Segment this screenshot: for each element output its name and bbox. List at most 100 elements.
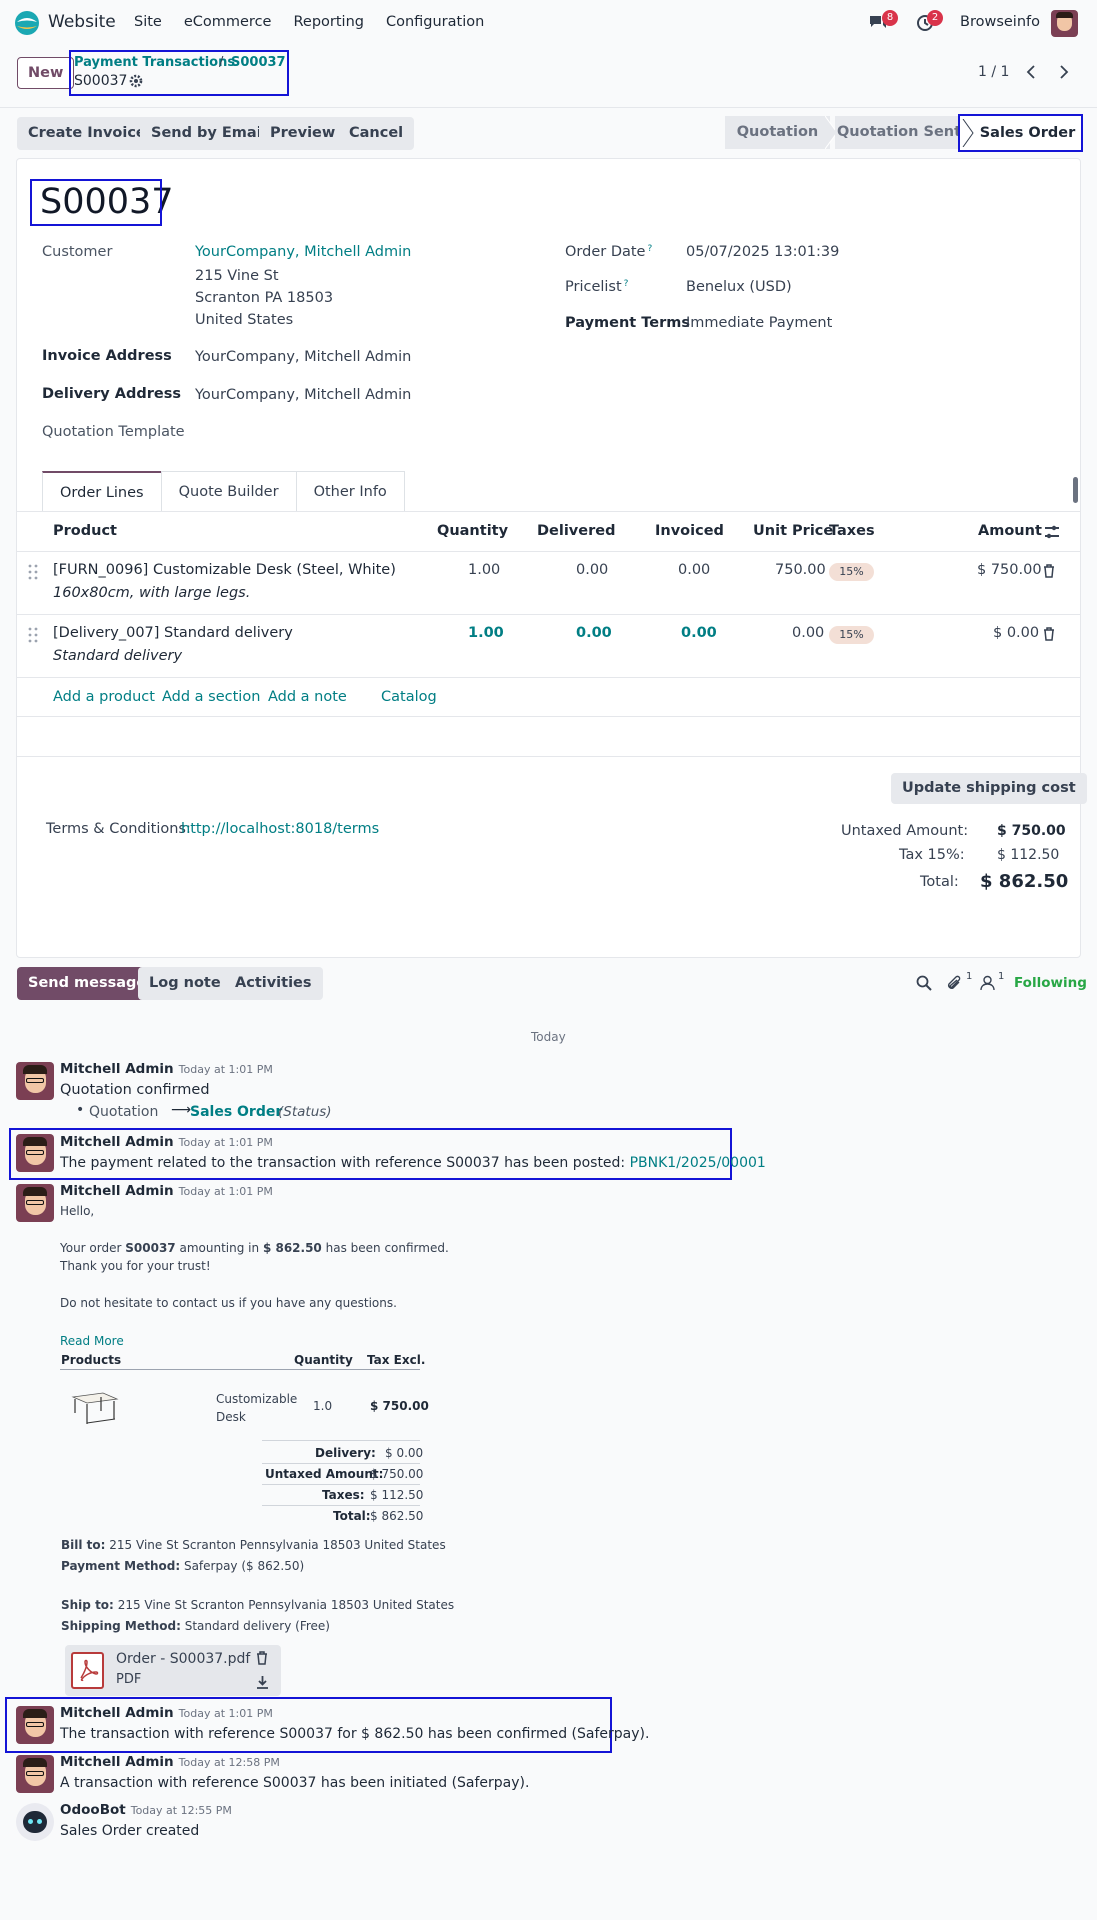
line-unit-price[interactable]: 750.00 bbox=[775, 562, 826, 578]
drag-handle-icon[interactable] bbox=[28, 627, 38, 643]
order-date-field[interactable]: 05/07/2025 13:01:39 bbox=[686, 244, 839, 260]
odoobot-avatar[interactable] bbox=[16, 1803, 54, 1841]
breadcrumb-parent[interactable]: Payment Transactions bbox=[74, 55, 235, 70]
breadcrumb-sub[interactable]: S00037 bbox=[231, 55, 286, 70]
avatar[interactable] bbox=[16, 1706, 54, 1744]
payment-terms-field[interactable]: Immediate Payment bbox=[686, 315, 832, 331]
activities-button[interactable]: Activities bbox=[224, 967, 323, 1000]
column-quantity[interactable]: Quantity bbox=[437, 523, 508, 539]
address-line: United States bbox=[195, 312, 294, 328]
activities-badge: 2 bbox=[927, 10, 943, 26]
avatar[interactable] bbox=[16, 1134, 54, 1172]
line-product[interactable]: [FURN_0096] Customizable Desk (Steel, Wh… bbox=[53, 562, 396, 578]
tracking-new-value: Sales Order bbox=[190, 1104, 283, 1120]
new-button[interactable]: New bbox=[17, 57, 75, 89]
trash-icon[interactable] bbox=[1043, 564, 1055, 578]
line-quantity[interactable]: 1.00 bbox=[468, 625, 504, 641]
menu-ecommerce[interactable]: eCommerce bbox=[184, 14, 272, 30]
column-delivered[interactable]: Delivered bbox=[537, 523, 615, 539]
app-name[interactable]: Website bbox=[48, 12, 116, 32]
email-bill-to: Bill to: 215 Vine St Scranton Pennsylvan… bbox=[61, 1538, 446, 1552]
address-line: Scranton PA 18503 bbox=[195, 290, 334, 306]
tab-order-lines[interactable]: Order Lines bbox=[42, 471, 162, 511]
following-button[interactable]: Following bbox=[1014, 975, 1087, 991]
status-quotation[interactable]: Quotation bbox=[725, 116, 830, 149]
preview-button[interactable]: Preview bbox=[259, 117, 347, 150]
followers-icon[interactable] bbox=[980, 975, 995, 991]
column-unit-price[interactable]: Unit Price bbox=[753, 523, 833, 539]
column-invoiced[interactable]: Invoiced bbox=[655, 523, 724, 539]
download-icon[interactable] bbox=[256, 1675, 269, 1689]
attachment-card[interactable]: Order - S00037.pdf PDF bbox=[65, 1645, 281, 1696]
company-switcher[interactable]: Browseinfo bbox=[960, 14, 1040, 30]
top-navbar: Website Site eCommerce Reporting Configu… bbox=[0, 0, 1097, 47]
status-quotation-sent[interactable]: Quotation Sent bbox=[835, 116, 963, 149]
tab-scroll-handle[interactable] bbox=[1073, 477, 1078, 503]
log-note-button[interactable]: Log note bbox=[138, 967, 232, 1000]
trash-icon[interactable] bbox=[1043, 627, 1055, 641]
create-invoice-button[interactable]: Create Invoice bbox=[17, 117, 157, 150]
search-icon[interactable] bbox=[916, 975, 932, 991]
user-avatar[interactable] bbox=[1051, 10, 1078, 37]
column-amount[interactable]: Amount bbox=[978, 523, 1042, 539]
tab-quote-builder[interactable]: Quote Builder bbox=[160, 471, 297, 511]
catalog-link[interactable]: Catalog bbox=[381, 689, 437, 705]
email-payment-method: Payment Method: Saferpay ($ 862.50) bbox=[61, 1559, 305, 1573]
message-author[interactable]: Mitchell Admin Today at 1:01 PM bbox=[60, 1134, 273, 1150]
pricelist-field[interactable]: Benelux (USD) bbox=[686, 279, 792, 295]
add-section-link[interactable]: Add a section bbox=[162, 689, 260, 705]
avatar[interactable] bbox=[16, 1062, 54, 1100]
optional-columns-icon[interactable] bbox=[1044, 524, 1060, 540]
tab-other-info[interactable]: Other Info bbox=[295, 471, 405, 511]
send-message-button[interactable]: Send message bbox=[17, 967, 158, 1000]
column-product[interactable]: Product bbox=[53, 523, 117, 539]
message-author[interactable]: Mitchell Admin Today at 1:01 PM bbox=[60, 1183, 273, 1199]
menu-reporting[interactable]: Reporting bbox=[293, 14, 364, 30]
add-note-link[interactable]: Add a note bbox=[268, 689, 347, 705]
line-unit-price[interactable]: 0.00 bbox=[792, 625, 824, 641]
messages-badge: 8 bbox=[882, 10, 898, 26]
message-author[interactable]: Mitchell Admin Today at 1:01 PM bbox=[60, 1061, 273, 1077]
drag-handle-icon[interactable] bbox=[28, 564, 38, 580]
attachment-name: Order - S00037.pdf bbox=[116, 1651, 251, 1667]
customer-field[interactable]: YourCompany, Mitchell Admin bbox=[195, 244, 411, 260]
line-quantity[interactable]: 1.00 bbox=[468, 562, 500, 578]
email-thanks: Thank you for your trust! bbox=[60, 1259, 211, 1273]
gear-icon[interactable] bbox=[129, 74, 143, 88]
read-more-link[interactable]: Read More bbox=[60, 1334, 124, 1348]
line-product[interactable]: [Delivery_007] Standard delivery bbox=[53, 625, 293, 641]
customer-label: Customer bbox=[42, 244, 113, 260]
email-col-tax-excl: Tax Excl. bbox=[367, 1353, 426, 1367]
cancel-button[interactable]: Cancel bbox=[338, 117, 415, 150]
payment-link[interactable]: PBNK1/2025/00001 bbox=[630, 1155, 766, 1171]
paperclip-icon[interactable] bbox=[946, 975, 962, 991]
terms-link[interactable]: http://localhost:8018/terms bbox=[181, 821, 379, 837]
total-amount: $ 862.50 bbox=[980, 871, 1069, 892]
delivery-address-field[interactable]: YourCompany, Mitchell Admin bbox=[195, 387, 411, 403]
menu-site[interactable]: Site bbox=[134, 14, 162, 30]
avatar[interactable] bbox=[16, 1184, 54, 1222]
pdf-icon bbox=[71, 1652, 104, 1689]
send-by-email-button[interactable]: Send by Email bbox=[140, 117, 278, 150]
menu-configuration[interactable]: Configuration bbox=[386, 14, 484, 30]
column-taxes[interactable]: Taxes bbox=[829, 523, 875, 539]
pricelist-label: Pricelist? bbox=[565, 279, 629, 295]
email-total-label: Total: bbox=[333, 1509, 371, 1523]
pager-value[interactable]: 1 / 1 bbox=[978, 64, 1009, 80]
message-author[interactable]: Mitchell Admin Today at 12:58 PM bbox=[60, 1754, 280, 1770]
invoice-address-field[interactable]: YourCompany, Mitchell Admin bbox=[195, 349, 411, 365]
pager-next-icon[interactable] bbox=[1058, 64, 1070, 80]
line-tax-badge[interactable]: 15% bbox=[829, 626, 874, 644]
message-author[interactable]: Mitchell Admin Today at 1:01 PM bbox=[60, 1705, 273, 1721]
email-delivery-value: $ 0.00 bbox=[385, 1446, 424, 1460]
avatar[interactable] bbox=[16, 1755, 54, 1793]
status-sales-order[interactable]: Sales Order bbox=[958, 114, 1083, 152]
pager-previous-icon[interactable] bbox=[1025, 64, 1037, 80]
trash-icon[interactable] bbox=[256, 1651, 268, 1665]
website-app-icon[interactable] bbox=[14, 10, 40, 36]
update-shipping-button[interactable]: Update shipping cost bbox=[891, 773, 1087, 804]
add-product-link[interactable]: Add a product bbox=[53, 689, 155, 705]
message-author[interactable]: OdooBot Today at 12:55 PM bbox=[60, 1802, 232, 1818]
tax-label: Tax 15%: bbox=[899, 847, 965, 863]
line-tax-badge[interactable]: 15% bbox=[829, 563, 874, 581]
